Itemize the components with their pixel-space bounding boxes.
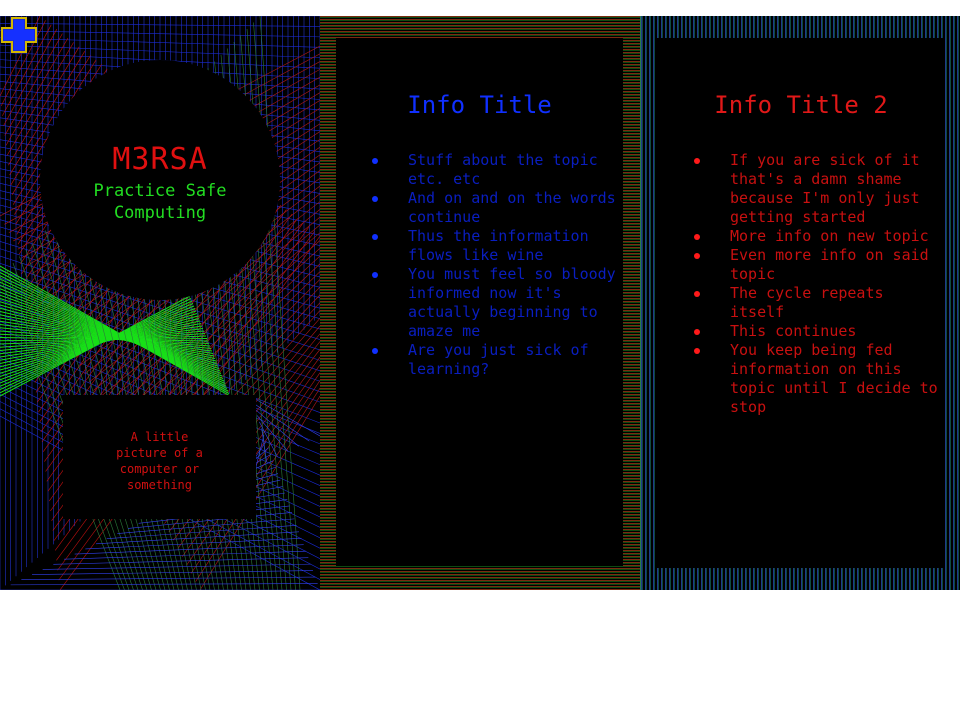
cover-panel: M3RSA Practice Safe Computing A little p… xyxy=(0,16,320,590)
bullet-item: You must feel so bloody informed now it'… xyxy=(372,265,617,341)
bullet-item: Stuff about the topic etc. etc xyxy=(372,151,617,189)
bullet-item: Are you just sick of learning? xyxy=(372,341,617,379)
plus-cross-icon xyxy=(1,17,37,53)
bullet-dot-icon xyxy=(372,348,378,354)
middle-panel: Info Title Stuff about the topic etc. et… xyxy=(320,16,641,590)
bullet-dot-icon xyxy=(372,196,378,202)
bullet-dot-icon xyxy=(694,234,700,240)
picture-caption: A little picture of a computer or someth… xyxy=(116,430,203,492)
bullet-dot-icon xyxy=(372,158,378,164)
bullet-item: This continues xyxy=(694,322,944,341)
bullet-text: Even more info on said topic xyxy=(730,246,929,283)
bullet-text: You keep being fed information on this t… xyxy=(730,341,938,416)
info-bullet-list: Stuff about the topic etc. etc And on and… xyxy=(372,151,617,379)
bullet-text: If you are sick of it that's a damn sham… xyxy=(730,151,920,226)
bullet-text: And on and on the words continue xyxy=(408,189,616,226)
bullet-text: Are you just sick of learning? xyxy=(408,341,589,378)
tagline: Practice Safe Computing xyxy=(93,181,227,223)
bullet-item: If you are sick of it that's a damn sham… xyxy=(694,151,944,227)
bullet-dot-icon xyxy=(694,291,700,297)
bullet-text: Thus the information flows like wine xyxy=(408,227,589,264)
bullet-dot-icon xyxy=(372,272,378,278)
bullet-item: More info on new topic xyxy=(694,227,944,246)
bullet-dot-icon xyxy=(694,329,700,335)
bullet-item: Even more info on said topic xyxy=(694,246,944,284)
right-panel: Info Title 2 If you are sick of it that'… xyxy=(641,16,960,590)
bullet-text: More info on new topic xyxy=(730,227,929,245)
bullet-text: This continues xyxy=(730,322,857,340)
bullet-item: The cycle repeats itself xyxy=(694,284,944,322)
bullet-dot-icon xyxy=(694,348,700,354)
info-bullet-list-2: If you are sick of it that's a damn sham… xyxy=(694,151,944,417)
info-title-2: Info Title 2 xyxy=(714,91,888,119)
brand-title: M3RSA xyxy=(112,142,208,177)
bullet-item: And on and on the words continue xyxy=(372,189,617,227)
middle-panel-content: Info Title Stuff about the topic etc. et… xyxy=(336,38,623,566)
bullet-dot-icon xyxy=(372,234,378,240)
brochure: M3RSA Practice Safe Computing A little p… xyxy=(0,16,960,590)
bullet-item: Thus the information flows like wine xyxy=(372,227,617,265)
picture-placeholder: A little picture of a computer or someth… xyxy=(63,395,256,519)
right-panel-content: Info Title 2 If you are sick of it that'… xyxy=(657,38,945,568)
bullet-text: You must feel so bloody informed now it'… xyxy=(408,265,616,340)
info-title: Info Title xyxy=(407,91,552,119)
bullet-item: You keep being fed information on this t… xyxy=(694,341,944,417)
bullet-dot-icon xyxy=(694,158,700,164)
bullet-dot-icon xyxy=(694,253,700,259)
bullet-text: Stuff about the topic etc. etc xyxy=(408,151,598,188)
bullet-text: The cycle repeats itself xyxy=(730,284,884,321)
